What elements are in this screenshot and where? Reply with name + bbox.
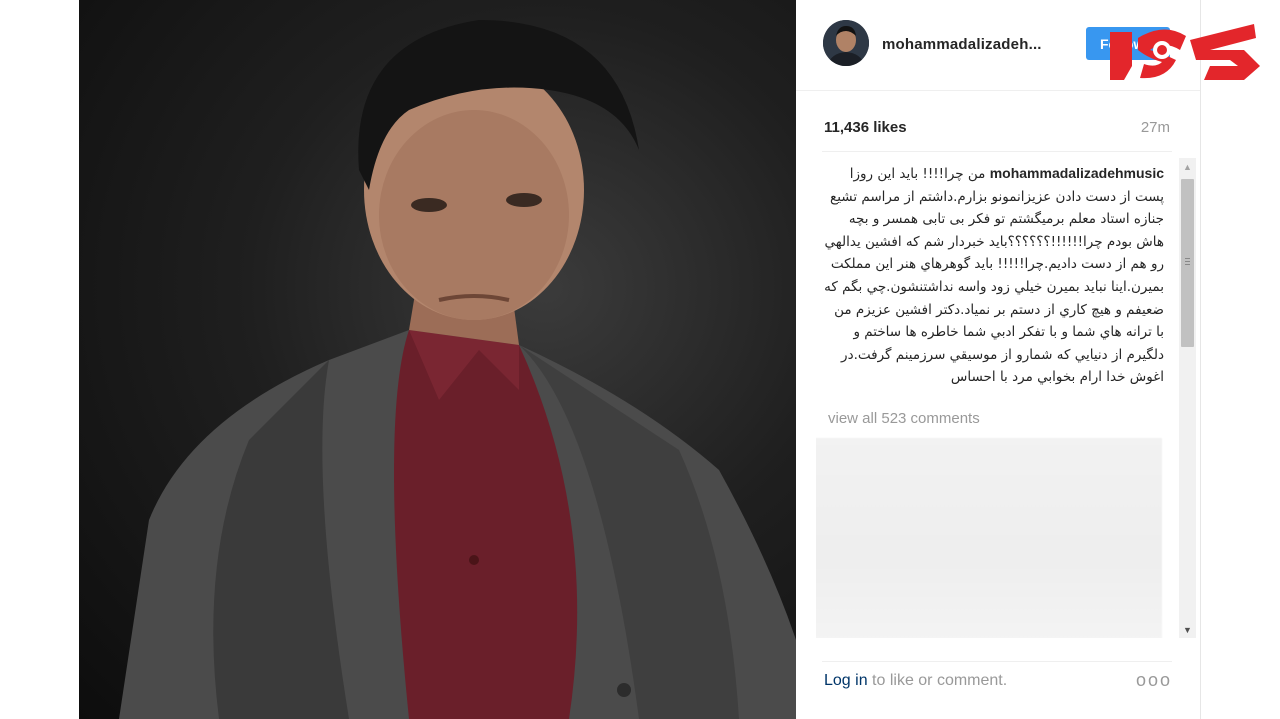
grip-line <box>1185 264 1190 265</box>
blurred-comments <box>816 438 1162 638</box>
login-prompt: Log in to like or comment. <box>824 672 1007 690</box>
scroll-down-arrow-icon[interactable]: ▼ <box>1179 621 1196 638</box>
view-all-comments-link[interactable]: view all 523 comments <box>828 410 980 427</box>
divider <box>822 661 1172 662</box>
caption-username[interactable]: mohammadalizadehmusic <box>990 165 1164 181</box>
left-gutter <box>0 0 79 719</box>
likes-count[interactable]: 11,436 likes <box>824 119 907 136</box>
post-time[interactable]: 27m <box>1141 119 1170 136</box>
comments-scrollbar[interactable]: ▲ ▼ <box>1179 158 1196 638</box>
post-caption: mohammadalizadehmusic من چرا!!!! باید ای… <box>824 162 1164 389</box>
avatar[interactable] <box>823 20 869 66</box>
grip-line <box>1185 261 1190 262</box>
login-link[interactable]: Log in <box>824 672 868 689</box>
login-prompt-text: to like or comment. <box>867 672 1008 689</box>
caption-text: من چرا!!!! باید این روزا پست از دست دادن… <box>824 166 1164 386</box>
grip-line <box>1185 258 1190 259</box>
post-sidebar: mohammadalizadeh... Follow 11,436 likes … <box>796 0 1201 719</box>
post-photo <box>79 0 796 719</box>
more-options-icon[interactable]: ooo <box>1136 670 1172 691</box>
divider <box>822 151 1172 152</box>
scroll-up-arrow-icon[interactable]: ▲ <box>1179 158 1196 175</box>
post-username[interactable]: mohammadalizadeh... <box>882 36 1042 53</box>
scroll-thumb[interactable] <box>1181 179 1194 347</box>
comments-area: mohammadalizadehmusic من چرا!!!! باید ای… <box>816 158 1174 638</box>
rokna-logo <box>1104 10 1264 92</box>
